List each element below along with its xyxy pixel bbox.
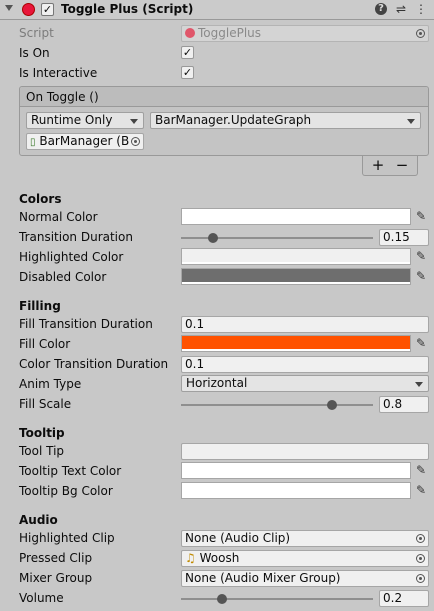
object-picker-icon[interactable] [416, 574, 425, 583]
volume-label: Volume [19, 591, 64, 605]
fill-transition-duration-label: Fill Transition Duration [19, 317, 153, 331]
disabled-color-label: Disabled Color [19, 270, 107, 284]
object-picker-icon[interactable] [131, 137, 140, 146]
component-enabled-checkbox[interactable]: ✓ [41, 3, 54, 16]
audio-clip-icon: ♫ [185, 551, 196, 565]
object-picker-icon[interactable] [416, 534, 425, 543]
pressed-clip-value: Woosh [199, 551, 240, 565]
chevron-down-icon [415, 382, 423, 387]
audio-section-title: Audio [19, 513, 58, 527]
volume-value[interactable]: 0.2 [379, 590, 429, 607]
alpha-bar [182, 496, 410, 498]
script-value: TogglePlus [198, 26, 262, 40]
is-on-checkbox[interactable]: ✓ [181, 46, 194, 59]
anim-type-dropdown[interactable]: Horizontal [181, 375, 429, 392]
presets-icon[interactable]: ⇌ [394, 2, 408, 16]
eyedropper-icon[interactable]: ✎ [413, 335, 429, 352]
is-on-label: Is On [19, 46, 50, 60]
highlighted-clip-value: None (Audio Clip) [185, 531, 291, 545]
pressed-clip-label: Pressed Clip [19, 551, 93, 565]
event-target-field[interactable]: ▯ BarManager (B [26, 133, 144, 150]
anim-type-label: Anim Type [19, 377, 82, 391]
eyedropper-icon[interactable]: ✎ [413, 482, 429, 499]
transition-duration-value[interactable]: 0.15 [379, 229, 429, 246]
normal-color-label: Normal Color [19, 210, 98, 224]
tool-tip-label: Tool Tip [19, 444, 65, 458]
fill-scale-slider[interactable] [181, 404, 373, 406]
tool-tip-input[interactable] [181, 443, 429, 460]
alpha-bar [182, 282, 410, 284]
script-file-icon: ▯ [30, 137, 36, 148]
on-toggle-event: On Toggle () Runtime Only BarManager.Upd… [19, 86, 429, 156]
color-transition-duration-label: Color Transition Duration [19, 357, 169, 371]
fill-scale-label: Fill Scale [19, 397, 72, 411]
highlighted-color-label: Highlighted Color [19, 250, 124, 264]
chevron-down-icon [130, 119, 138, 124]
eyedropper-icon[interactable]: ✎ [413, 208, 429, 225]
tooltip-bg-color-swatch[interactable] [181, 482, 411, 499]
pressed-clip-field[interactable]: ♫ Woosh [181, 550, 429, 567]
tooltip-bg-color-label: Tooltip Bg Color [19, 484, 113, 498]
highlighted-clip-label: Highlighted Clip [19, 531, 115, 545]
eyedropper-icon[interactable]: ✎ [413, 462, 429, 479]
colors-section-title: Colors [19, 192, 62, 206]
runtime-dropdown[interactable]: Runtime Only [26, 112, 144, 129]
is-interactive-label: Is Interactive [19, 66, 98, 80]
fill-scale-value[interactable]: 0.8 [379, 396, 429, 413]
event-header: On Toggle () [20, 87, 428, 107]
volume-slider[interactable] [181, 598, 373, 600]
event-list-buttons: + − [362, 156, 418, 176]
script-label: Script [19, 26, 54, 40]
component-header: ✓ Toggle Plus (Script) ? ⇌ ⋮ [0, 0, 434, 20]
function-value: BarManager.UpdateGraph [155, 113, 312, 127]
eyedropper-icon[interactable]: ✎ [413, 268, 429, 285]
eyedropper-icon[interactable]: ✎ [413, 248, 429, 265]
remove-listener-button[interactable]: − [393, 157, 411, 173]
fill-color-swatch[interactable] [181, 335, 411, 352]
is-interactive-checkbox[interactable]: ✓ [181, 66, 194, 79]
transition-duration-label: Transition Duration [19, 230, 133, 244]
alpha-bar [182, 262, 410, 264]
chevron-down-icon [407, 119, 415, 124]
object-picker-icon [416, 29, 425, 38]
script-icon [22, 3, 35, 16]
event-target-value: BarManager (B [39, 134, 130, 148]
runtime-value: Runtime Only [31, 113, 113, 127]
context-menu-icon[interactable]: ⋮ [414, 2, 428, 16]
volume-slider-thumb[interactable] [217, 594, 228, 604]
add-listener-button[interactable]: + [369, 157, 387, 173]
foldout-arrow-icon[interactable] [5, 5, 13, 11]
transition-duration-slider-thumb[interactable] [208, 233, 219, 243]
alpha-bar [182, 476, 410, 478]
alpha-bar [182, 222, 410, 224]
highlighted-color-swatch[interactable] [181, 248, 411, 265]
tooltip-text-color-swatch[interactable] [181, 462, 411, 479]
function-dropdown[interactable]: BarManager.UpdateGraph [150, 112, 421, 129]
filling-section-title: Filling [19, 299, 61, 313]
highlighted-clip-field[interactable]: None (Audio Clip) [181, 530, 429, 547]
tooltip-section-title: Tooltip [19, 426, 65, 440]
help-icon[interactable]: ? [375, 3, 387, 15]
mixer-group-field[interactable]: None (Audio Mixer Group) [181, 570, 429, 587]
mixer-group-value: None (Audio Mixer Group) [185, 571, 341, 585]
normal-color-swatch[interactable] [181, 208, 411, 225]
disabled-color-swatch[interactable] [181, 268, 411, 285]
anim-type-value: Horizontal [186, 376, 248, 390]
fill-color-label: Fill Color [19, 337, 71, 351]
mixer-group-label: Mixer Group [19, 571, 93, 585]
object-picker-icon[interactable] [416, 554, 425, 563]
tooltip-text-color-label: Tooltip Text Color [19, 464, 122, 478]
fill-scale-slider-thumb[interactable] [326, 400, 337, 410]
script-asset-icon [185, 28, 195, 38]
script-field: TogglePlus [181, 25, 429, 42]
color-transition-duration-input[interactable]: 0.1 [181, 356, 429, 373]
fill-transition-duration-input[interactable]: 0.1 [181, 316, 429, 333]
event-title: On Toggle () [26, 90, 99, 104]
alpha-bar [182, 349, 410, 351]
component-title: Toggle Plus (Script) [61, 2, 194, 16]
